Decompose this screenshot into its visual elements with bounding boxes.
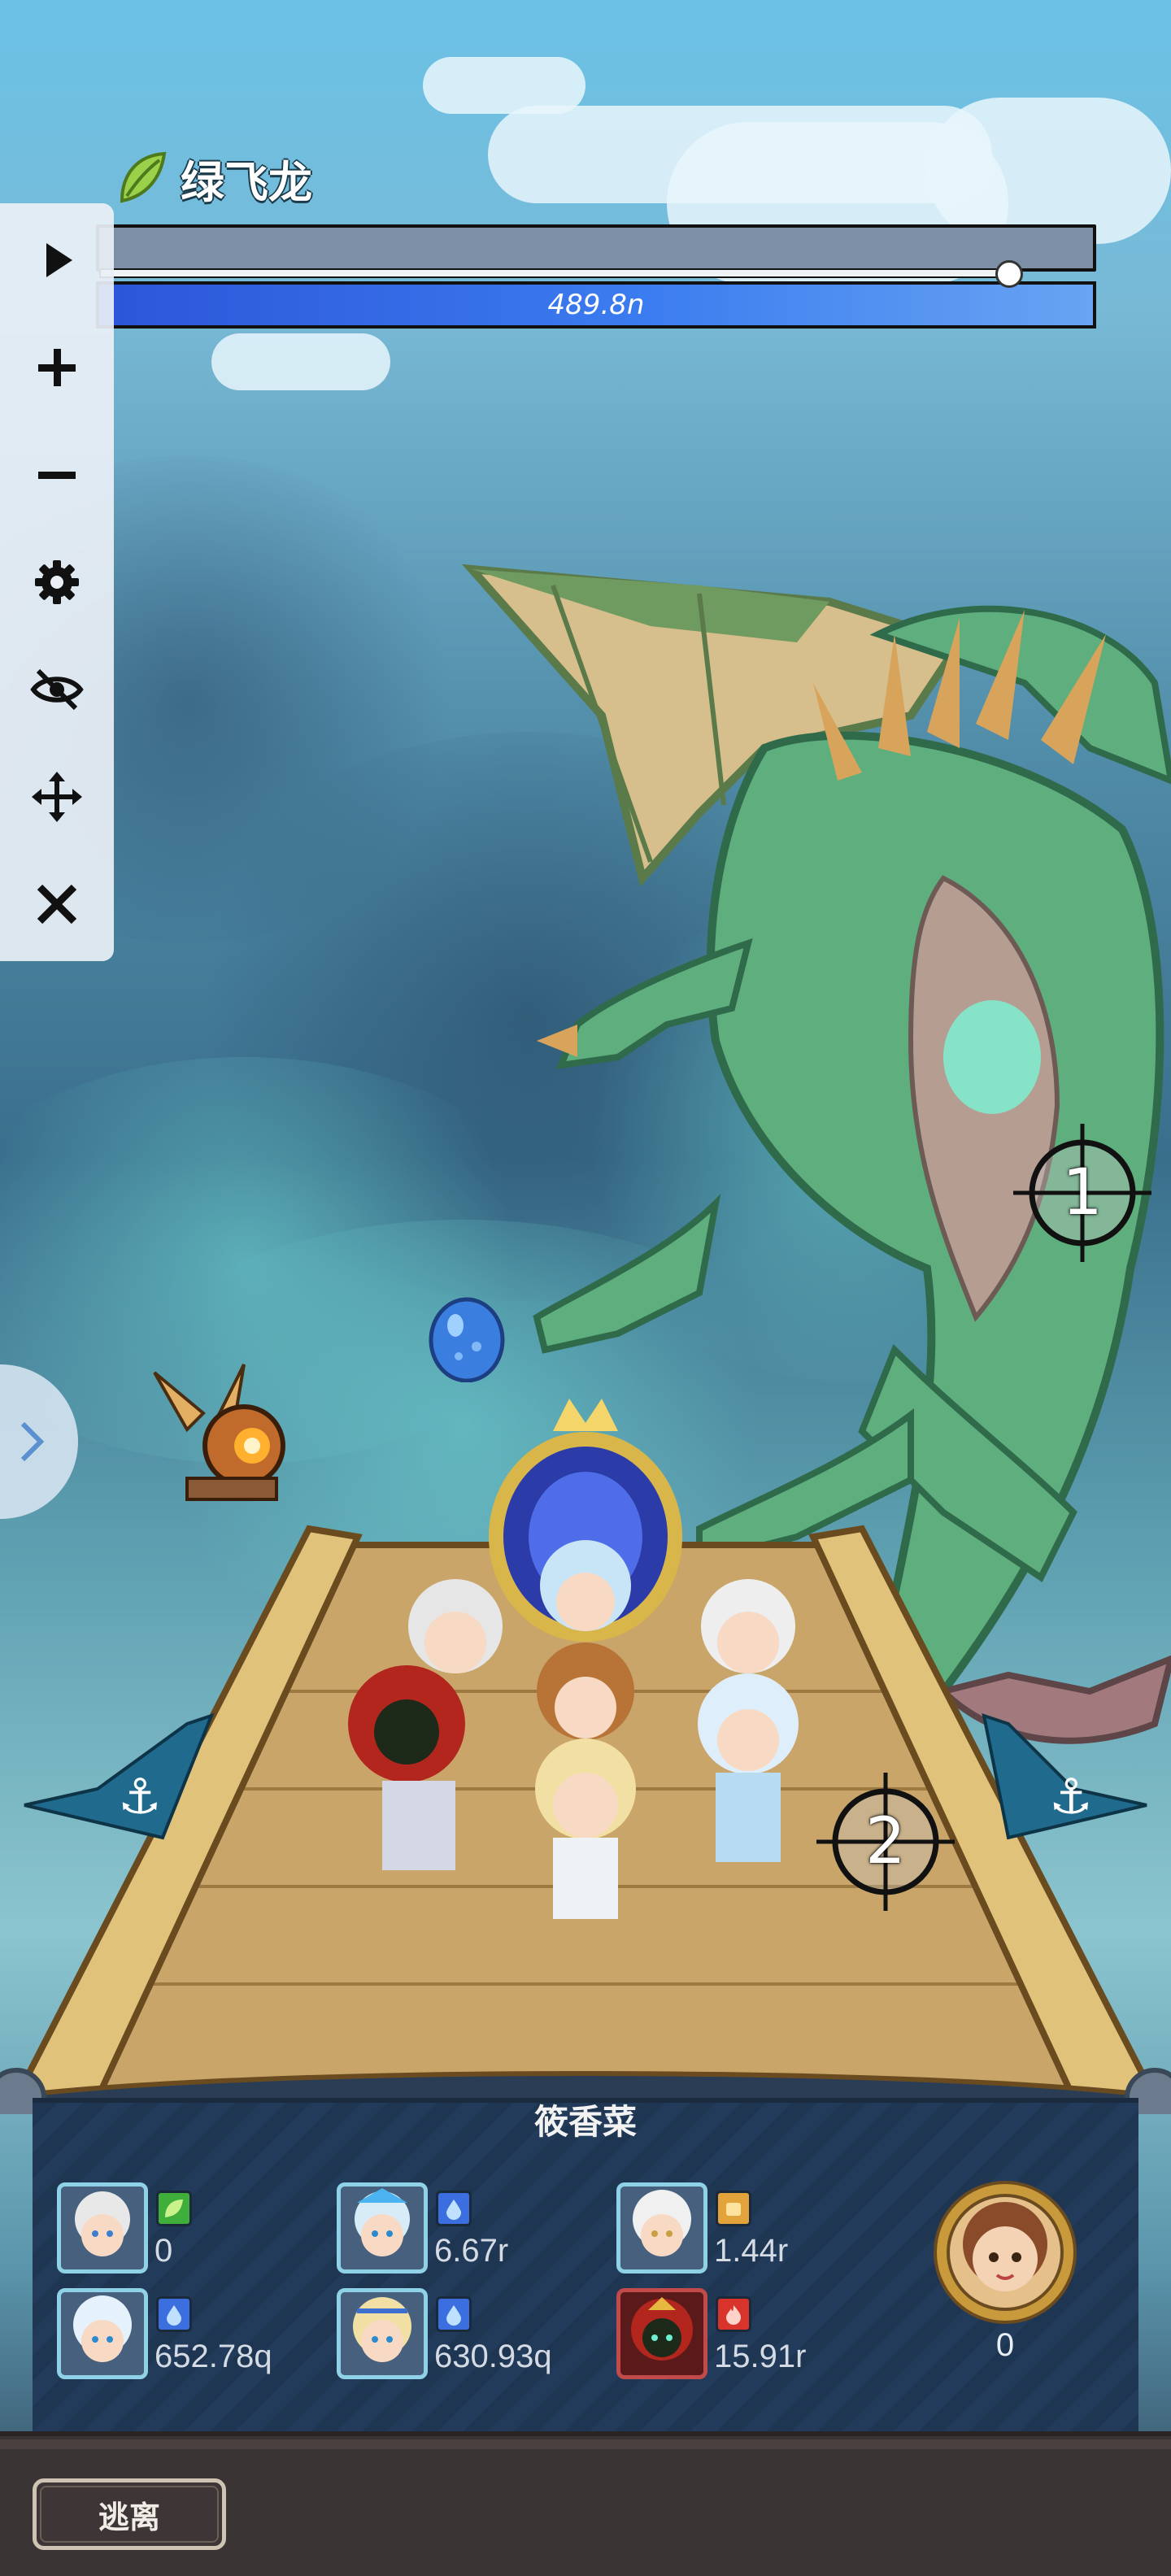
close-button[interactable] [24, 872, 89, 937]
hero-slot[interactable]: 15.91r [616, 2288, 836, 2386]
boss-shield-bar: 489.8n [96, 281, 1096, 329]
chevron-right-icon [20, 1421, 45, 1462]
wind-element-icon [120, 151, 167, 202]
hero-portrait [616, 2288, 707, 2379]
clock-icon [995, 260, 1023, 288]
play-icon [46, 243, 72, 277]
water-drop-icon [167, 2305, 181, 2326]
hero-portrait [337, 2288, 428, 2379]
boss-hp-bar [96, 224, 1096, 288]
captain-avatar[interactable] [932, 2179, 1078, 2326]
target-number: 1 [1062, 1156, 1103, 1229]
gear-icon [35, 560, 79, 604]
water-element-badge [436, 2191, 472, 2226]
water-element-badge [436, 2296, 472, 2332]
cloud [211, 333, 390, 390]
eye-off-icon [30, 668, 84, 711]
water-drop-icon [446, 2200, 461, 2220]
hero-slot[interactable]: 1.44r [616, 2182, 836, 2280]
wind-element-badge [156, 2191, 192, 2226]
close-icon [37, 884, 77, 925]
hero-damage: 1.44r [714, 2233, 789, 2269]
hero-damage: 6.67r [434, 2233, 509, 2269]
target-marker-2[interactable]: 2 [816, 1773, 955, 1911]
escape-label: 逃离 [98, 2499, 160, 2535]
target-marker-1[interactable]: 1 [1013, 1124, 1151, 1262]
team-name: 筱香菜 [533, 2102, 637, 2142]
hero-damage: 652.78q [155, 2339, 272, 2374]
target-number: 2 [865, 1805, 906, 1878]
settings-button[interactable] [24, 550, 89, 615]
minus-icon [38, 472, 76, 479]
boss-header: 绿飞龙 [114, 146, 312, 211]
hero-slot[interactable]: 630.93q [337, 2288, 556, 2386]
hero-portrait [337, 2182, 428, 2274]
zoom-out-button[interactable] [24, 442, 89, 507]
water-element-badge [156, 2296, 192, 2332]
svg-text:⚓: ⚓ [1049, 1769, 1093, 1825]
boss-name: 绿飞龙 [181, 157, 312, 208]
move-icon [32, 772, 82, 822]
footer-divider [0, 2439, 1171, 2449]
hero-damage: 15.91r [714, 2339, 807, 2374]
blue-egg[interactable] [426, 1290, 507, 1382]
hide-button[interactable] [24, 657, 89, 722]
earth-icon [726, 2203, 741, 2216]
cloud [927, 98, 1171, 244]
hero-damage: 0 [155, 2233, 173, 2269]
hero-portrait [616, 2182, 707, 2274]
earth-element-badge [716, 2191, 751, 2226]
hero-portrait [57, 2182, 148, 2274]
boss-health: 489.8n [96, 224, 1096, 329]
hero-portrait [57, 2288, 148, 2379]
boss-timer-bar [99, 268, 1003, 278]
shield-value: 489.8n [547, 289, 645, 321]
fire-element-badge [716, 2296, 751, 2332]
escape-button[interactable]: 逃离 [33, 2478, 226, 2550]
zoom-in-button[interactable] [24, 335, 89, 400]
move-button[interactable] [24, 764, 89, 829]
hero-slot[interactable]: 0 [57, 2182, 276, 2280]
plus-icon [38, 349, 76, 386]
leaf-icon [165, 2200, 183, 2217]
fire-icon [726, 2305, 741, 2325]
play-button[interactable] [24, 228, 89, 293]
control-toolbar [0, 203, 114, 961]
svg-text:⚓: ⚓ [118, 1769, 162, 1825]
hero-damage: 630.93q [434, 2339, 552, 2374]
water-drop-icon [446, 2305, 461, 2326]
hero-slot[interactable]: 6.67r [337, 2182, 556, 2280]
hero-slot[interactable]: 652.78q [57, 2288, 276, 2386]
airship-deck: ⚓ ⚓ [11, 1399, 1160, 2101]
captain-count: 0 [995, 2327, 1015, 2363]
